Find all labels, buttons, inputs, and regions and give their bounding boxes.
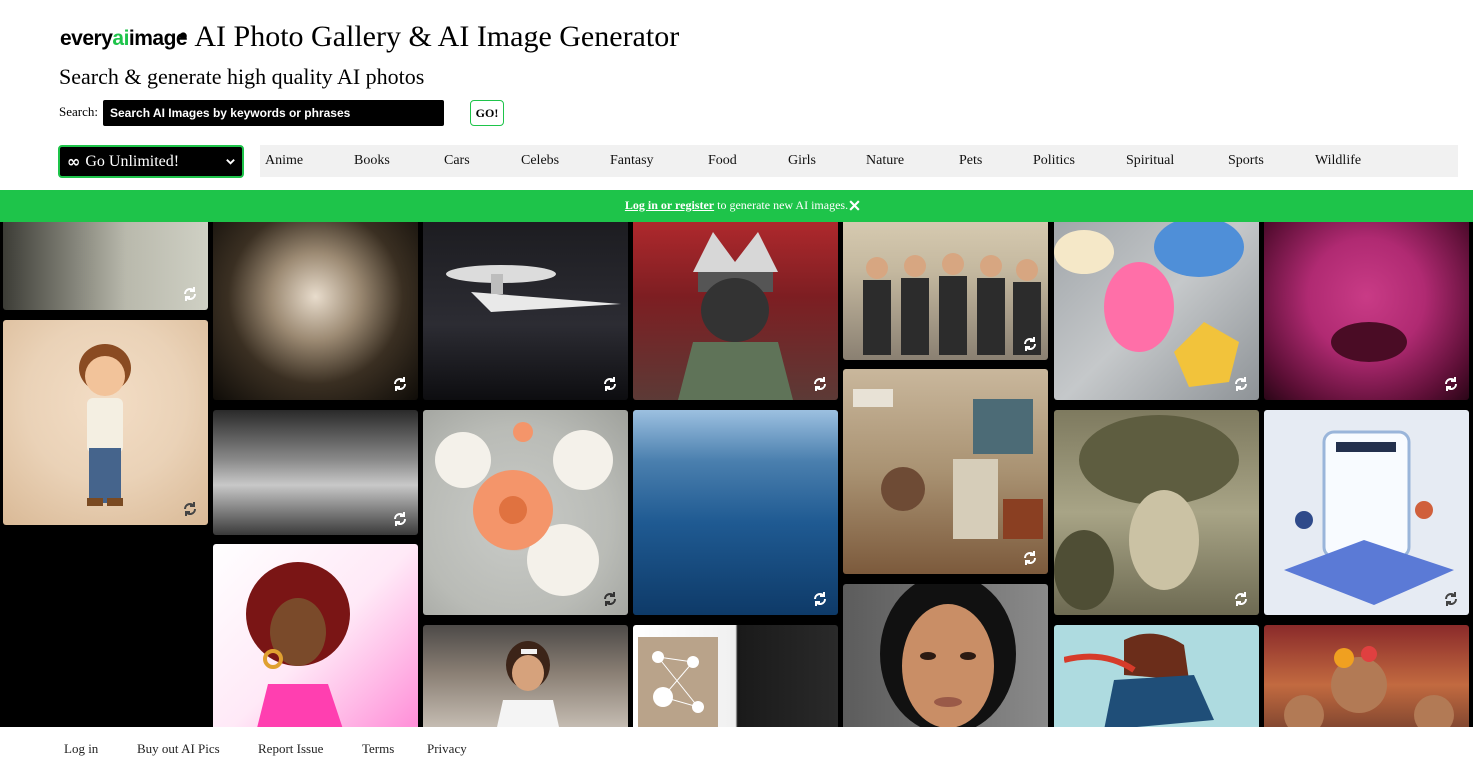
gallery-image[interactable] bbox=[3, 320, 208, 525]
cookies-shape bbox=[1054, 222, 1244, 387]
comic-woman-illustration bbox=[246, 562, 350, 727]
infinity-icon: ∞ bbox=[67, 152, 81, 171]
regenerate-icon[interactable] bbox=[602, 591, 618, 607]
guitar-player-shape bbox=[1064, 633, 1214, 727]
gallery-image[interactable] bbox=[423, 410, 628, 615]
regenerate-icon[interactable] bbox=[812, 591, 828, 607]
broccoli-portrait-shape bbox=[1054, 415, 1239, 610]
search-input[interactable] bbox=[103, 100, 444, 126]
gallery-image[interactable] bbox=[633, 625, 838, 727]
regenerate-icon[interactable] bbox=[182, 286, 198, 302]
category-nature[interactable]: Nature bbox=[866, 145, 904, 177]
footer-buy-out-link[interactable]: Buy out AI Pics bbox=[137, 741, 220, 757]
gallery-image[interactable] bbox=[423, 625, 628, 727]
regenerate-icon[interactable] bbox=[392, 376, 408, 392]
category-anime[interactable]: Anime bbox=[265, 145, 303, 177]
category-wildlife[interactable]: Wildlife bbox=[1315, 145, 1361, 177]
site-header: everyaiimage • AI Photo Gallery & AI Ima… bbox=[0, 0, 1473, 190]
gallery-image[interactable] bbox=[1054, 410, 1259, 615]
retro-office-shape bbox=[853, 389, 1043, 539]
gallery-image[interactable] bbox=[423, 222, 628, 400]
regenerate-icon[interactable] bbox=[1233, 376, 1249, 392]
boy-illustration bbox=[79, 344, 131, 506]
search-go-button[interactable]: GO! bbox=[470, 100, 504, 126]
gallery-image[interactable] bbox=[213, 544, 418, 727]
regenerate-icon[interactable] bbox=[812, 376, 828, 392]
chevron-down-icon bbox=[226, 159, 235, 165]
gallery-image[interactable] bbox=[843, 369, 1048, 574]
footer-report-issue-link[interactable]: Report Issue bbox=[258, 741, 323, 757]
category-celebs[interactable]: Celebs bbox=[521, 145, 559, 177]
regenerate-icon[interactable] bbox=[182, 501, 198, 517]
category-pets[interactable]: Pets bbox=[959, 145, 982, 177]
network-diagram-shape bbox=[638, 637, 718, 727]
page-subtitle: Search & generate high quality AI photos bbox=[59, 64, 425, 89]
regenerate-icon[interactable] bbox=[1233, 591, 1249, 607]
gallery-image[interactable] bbox=[3, 222, 208, 310]
image-gallery bbox=[0, 222, 1473, 727]
gallery-image[interactable] bbox=[1054, 625, 1259, 727]
gallery-image[interactable] bbox=[843, 584, 1048, 727]
students-screen-shape bbox=[1284, 430, 1454, 605]
go-unlimited-dropdown[interactable]: ∞ Go Unlimited! bbox=[58, 145, 244, 178]
regenerate-icon[interactable] bbox=[392, 511, 408, 527]
category-politics[interactable]: Politics bbox=[1033, 145, 1075, 177]
category-bar: Anime Books Cars Celebs Fantasy Food Gir… bbox=[260, 145, 1458, 177]
search-label: Search: bbox=[59, 104, 98, 119]
close-icon[interactable] bbox=[848, 199, 861, 212]
login-register-link[interactable]: Log in or register bbox=[625, 198, 714, 212]
festival-girls-shape bbox=[1284, 646, 1454, 727]
gallery-image[interactable] bbox=[843, 222, 1048, 360]
category-sports[interactable]: Sports bbox=[1228, 145, 1264, 177]
category-girls[interactable]: Girls bbox=[788, 145, 816, 177]
category-spiritual[interactable]: Spiritual bbox=[1126, 145, 1174, 177]
regenerate-icon[interactable] bbox=[1443, 376, 1459, 392]
gallery-image[interactable] bbox=[1264, 625, 1469, 727]
gallery-image[interactable] bbox=[213, 222, 418, 400]
category-food[interactable]: Food bbox=[708, 145, 737, 177]
regenerate-icon[interactable] bbox=[602, 376, 618, 392]
anime-ninja-shape bbox=[678, 232, 793, 400]
gallery-image[interactable] bbox=[1264, 410, 1469, 615]
footer-terms-link[interactable]: Terms bbox=[362, 741, 394, 757]
woman-portrait-shape bbox=[880, 584, 1016, 727]
site-footer: Log in Buy out AI Pics Report Issue Term… bbox=[0, 727, 1473, 768]
login-banner: Log in or register to generate new AI im… bbox=[0, 190, 1473, 222]
category-cars[interactable]: Cars bbox=[444, 145, 470, 177]
gallery-image[interactable] bbox=[633, 222, 838, 400]
gallery-image[interactable] bbox=[1264, 222, 1469, 400]
footer-login-link[interactable]: Log in bbox=[64, 741, 98, 757]
page-title: • AI Photo Gallery & AI Image Generator bbox=[178, 20, 680, 53]
flower-pattern bbox=[435, 422, 613, 596]
lips-shape bbox=[1331, 322, 1407, 362]
regenerate-icon[interactable] bbox=[1022, 336, 1038, 352]
category-fantasy[interactable]: Fantasy bbox=[610, 145, 654, 177]
banner-text: to generate new AI images. bbox=[714, 198, 849, 212]
category-books[interactable]: Books bbox=[354, 145, 390, 177]
store-staff-shape bbox=[863, 253, 1041, 355]
gallery-image[interactable] bbox=[1054, 222, 1259, 400]
site-logo[interactable]: everyaiimage bbox=[60, 27, 188, 51]
regenerate-icon[interactable] bbox=[1443, 591, 1459, 607]
gallery-image[interactable] bbox=[213, 410, 418, 535]
footer-privacy-link[interactable]: Privacy bbox=[427, 741, 467, 757]
regenerate-icon[interactable] bbox=[1022, 550, 1038, 566]
go-unlimited-label: Go Unlimited! bbox=[85, 152, 180, 170]
gallery-image[interactable] bbox=[633, 410, 838, 615]
spaceship-shape bbox=[446, 265, 621, 312]
tennis-player-shape bbox=[497, 641, 559, 727]
